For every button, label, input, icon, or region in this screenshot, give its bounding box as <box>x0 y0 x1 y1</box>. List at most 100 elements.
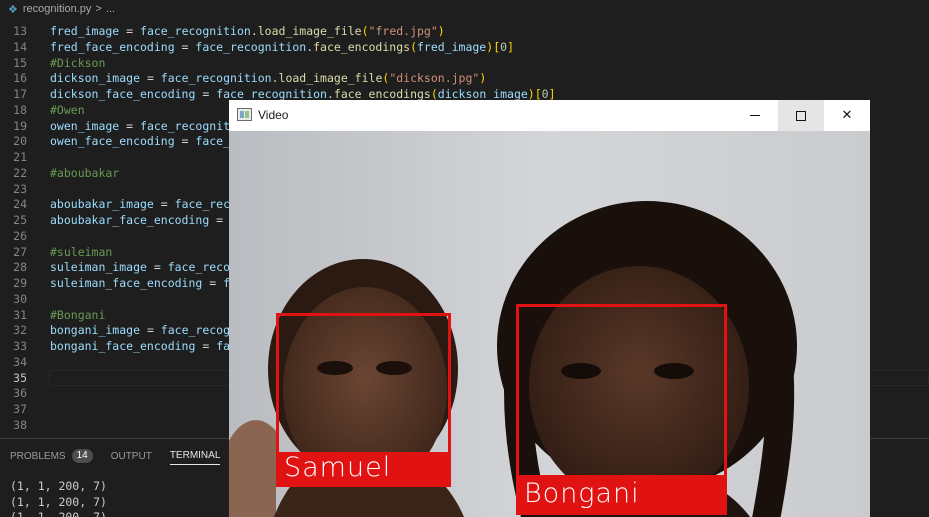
close-icon: ✕ <box>841 108 853 123</box>
line-number: 13 <box>13 24 27 38</box>
code-token: = <box>209 213 231 227</box>
line-number: 24 <box>13 197 27 212</box>
terminal-line: (1, 1, 200, 7) <box>10 510 107 517</box>
line-number: 38 <box>13 417 27 432</box>
video-window[interactable]: Video ✕ Samuel Bongani <box>229 100 870 517</box>
face-label-bongani: Bongani <box>516 475 727 513</box>
code-token: = <box>174 39 196 54</box>
line-code[interactable]: #aboubakar <box>50 165 119 181</box>
line-code[interactable]: fred_image = face_recognition.load_image… <box>50 23 445 39</box>
line-number: 18 <box>13 102 27 117</box>
code-token: face_recognition <box>216 87 327 101</box>
code-token: "fred.jpg" <box>368 24 438 38</box>
code-token: face_encodings <box>333 87 431 101</box>
breadcrumb-more[interactable]: ... <box>106 3 115 15</box>
code-token: load_image_file <box>257 24 362 38</box>
line-code[interactable]: dickson_image = face_recognition.load_im… <box>50 70 486 86</box>
code-token: = <box>153 197 175 212</box>
code-line[interactable]: 16 dickson_image = face_recognition.load_… <box>0 70 929 86</box>
panel-tab[interactable]: TERMINAL <box>169 447 221 465</box>
line-number: 30 <box>13 291 27 306</box>
close-button[interactable]: ✕ <box>824 100 870 131</box>
terminal-output[interactable]: (1, 1, 200, 7) (1, 1, 200, 7) (1, 1, 200, … <box>10 479 107 517</box>
code-token: fred_image <box>417 39 487 54</box>
line-code[interactable]: suleiman_face_encoding = fac <box>50 275 244 291</box>
line-number: 14 <box>13 39 27 54</box>
code-line[interactable]: 13 fred_image = face_recognition.load_ima… <box>0 23 929 39</box>
line-number: 23 <box>13 181 27 196</box>
code-token: dickson_image <box>437 87 528 101</box>
line-code[interactable]: bongani_image = face_recogni <box>50 322 244 338</box>
line-number: 37 <box>13 402 27 416</box>
breadcrumb-file[interactable]: recognition.py <box>23 3 92 15</box>
terminal-line: (1, 1, 200, 7) <box>10 479 107 493</box>
window-titlebar[interactable]: Video ✕ <box>229 100 870 131</box>
code-token: aboubakar_image <box>50 197 154 212</box>
panel-tab[interactable]: PROBLEMS 14 <box>10 447 93 465</box>
code-token: [ <box>534 87 542 101</box>
code-token: face_recognition <box>160 71 272 86</box>
code-token: #Owen <box>50 102 85 117</box>
code-token: bongani_image <box>50 323 141 338</box>
code-token: ( <box>410 39 417 54</box>
code-token: bongani_face_encoding <box>50 339 196 353</box>
maximize-button[interactable] <box>778 100 824 131</box>
line-number: 15 <box>13 55 27 70</box>
terminal-line: (1, 1, 200, 7) <box>10 494 107 509</box>
code-token: 0 <box>541 87 549 101</box>
code-token: = <box>195 87 217 101</box>
code-token: . <box>250 24 258 38</box>
panel-tab[interactable]: OUTPUT <box>111 447 152 465</box>
line-code[interactable]: aboubakar_image = face_recog <box>50 196 244 212</box>
line-number: 34 <box>13 354 27 369</box>
line-number: 27 <box>13 244 27 259</box>
code-token: = <box>119 118 141 133</box>
maximize-icon <box>796 110 806 121</box>
python-file-icon: ❖ <box>8 3 18 16</box>
code-token: = <box>119 24 141 38</box>
code-token: = <box>202 276 224 290</box>
minimize-button[interactable] <box>732 100 778 131</box>
line-code[interactable]: #Dickson <box>50 55 105 71</box>
line-code[interactable]: #Bongani <box>50 307 105 323</box>
window-title: Video <box>258 108 289 122</box>
code-token: dickson_face_encoding <box>50 87 196 101</box>
code-line[interactable]: 14 fred_face_encoding = face_recognition.… <box>0 39 929 55</box>
code-token: = <box>174 134 196 149</box>
code-token: #Dickson <box>50 55 106 70</box>
code-token: owen_face_encoding <box>50 134 175 149</box>
code-token: #aboubakar <box>50 165 120 180</box>
code-token: suleiman_image <box>50 260 147 275</box>
code-token: = <box>146 260 168 275</box>
line-number: 19 <box>13 118 27 133</box>
line-code[interactable]: bongani_face_encoding = face <box>50 338 244 354</box>
breadcrumb: ❖ recognition.py > ... <box>0 0 929 18</box>
code-token: #Bongani <box>50 307 106 322</box>
panel-tab-label: TERMINAL <box>169 450 221 461</box>
code-token: dickson_image <box>50 71 141 86</box>
line-number: 16 <box>13 71 27 86</box>
line-code[interactable]: aboubakar_face_encoding = fa <box>50 212 244 228</box>
code-line[interactable]: 15 #Dickson <box>0 55 929 71</box>
line-number: 17 <box>13 87 27 101</box>
code-token: face_encodings <box>313 39 411 54</box>
code-token: face_recognition <box>140 24 251 38</box>
code-token: . <box>271 71 279 86</box>
line-code[interactable]: suleiman_image = face_recogn <box>50 259 244 275</box>
code-token: ) <box>527 87 535 101</box>
line-code[interactable]: owen_image = face_recognitio <box>50 118 244 134</box>
line-number: 21 <box>13 150 27 164</box>
code-token: = <box>140 323 161 338</box>
line-number: 35 <box>13 370 27 385</box>
face-label-samuel: Samuel <box>276 452 451 487</box>
line-number: 33 <box>13 339 27 353</box>
code-token: . <box>326 87 334 101</box>
line-code[interactable]: #suleiman <box>50 244 112 260</box>
line-code[interactable]: #Owen <box>50 102 85 118</box>
line-code[interactable]: owen_face_encoding = face_re <box>50 133 244 149</box>
video-frame: Samuel Bongani <box>229 131 870 517</box>
code-token: "dickson.jpg" <box>389 71 480 86</box>
line-code[interactable]: fred_face_encoding = face_recognition.fa… <box>50 39 514 55</box>
app-icon <box>237 108 252 121</box>
panel-tabs: PROBLEMS14OUTPUTTERMINALDE <box>10 447 252 465</box>
